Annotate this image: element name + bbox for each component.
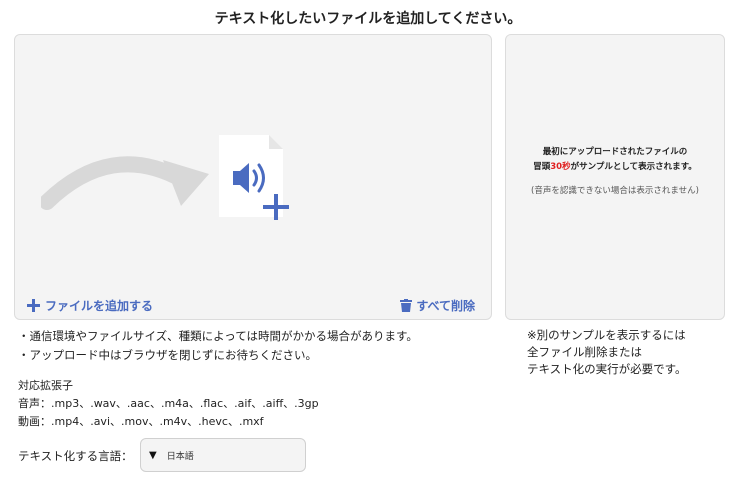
caret-down-icon: ▼ (149, 449, 157, 461)
page-title: テキスト化したいファイルを追加してください。 (214, 11, 522, 27)
language-select[interactable]: ▼ 日本語 (140, 438, 306, 472)
sample-preview-panel: 最初にアップロードされたファイルの 冒頭30秒がサンプルとして表示されます。 (… (505, 34, 725, 320)
sample-subnote: (音声を認識できない場合は表示されません) (531, 186, 699, 196)
audio-file-add-icon (219, 135, 289, 220)
curved-arrow-icon (41, 156, 209, 210)
sample-line2-suffix: がサンプルとして表示されます。 (570, 162, 697, 172)
plus-icon (27, 299, 40, 312)
note-item: ・アップロード中はブラウザを閉じずにお待ちください。 (18, 348, 317, 362)
delete-all-label: すべて削除 (416, 299, 475, 313)
sample-note-line: テキスト化の実行が必要です。 (527, 362, 687, 376)
sample-duration-highlight: 30秒 (550, 162, 571, 172)
supported-formats: 対応拡張子 音声：.mp3、.wav、.aac、.m4a、.flac、.aif、… (18, 377, 319, 431)
sample-note-line: 全ファイル削除または (527, 345, 642, 359)
trash-icon (400, 299, 413, 312)
sample-message: 最初にアップロードされたファイルの 冒頭30秒がサンプルとして表示されます。 (506, 145, 724, 175)
note-item: ・通信環境やファイルサイズ、種類によっては時間がかかる場合があります。 (18, 329, 418, 343)
sample-note-line: ※別のサンプルを表示するには (527, 328, 686, 342)
add-files-button[interactable]: ファイルを追加する (27, 297, 153, 314)
sample-note: ※別のサンプルを表示するには 全ファイル削除または テキスト化の実行が必要です。 (527, 327, 687, 378)
video-formats: 動画：.mp4、.avi、.mov、.m4v、.hevc、.mxf (18, 415, 264, 428)
sample-message-line1: 最初にアップロードされたファイルの (542, 147, 688, 157)
language-label: テキスト化する言語： (18, 449, 133, 463)
upload-notes: ・通信環境やファイルサイズ、種類によっては時間がかかる場合があります。 ・アップ… (18, 327, 418, 365)
add-files-label: ファイルを追加する (45, 299, 154, 313)
audio-formats: 音声：.mp3、.wav、.aac、.m4a、.flac、.aif、.aiff、… (18, 397, 319, 410)
language-value: 日本語 (166, 451, 194, 462)
file-dropzone[interactable]: ファイルを追加する すべて削除 (14, 34, 492, 320)
delete-all-button[interactable]: すべて削除 (400, 297, 475, 314)
formats-heading: 対応拡張子 (18, 379, 73, 392)
sample-message-line2: 冒頭30秒がサンプルとして表示されます。 (506, 160, 724, 175)
sample-line2-prefix: 冒頭 (533, 162, 551, 172)
